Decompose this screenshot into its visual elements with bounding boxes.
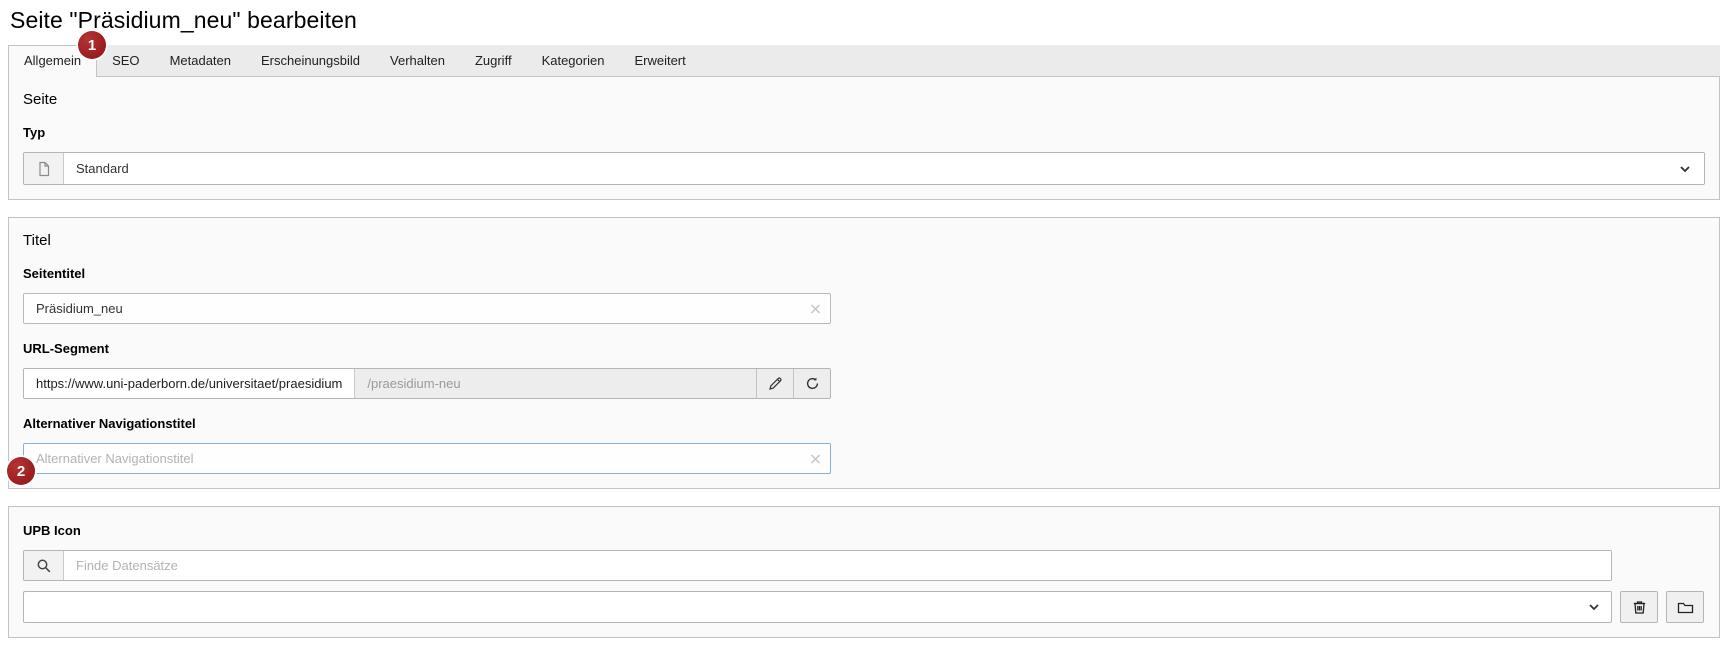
icon-search-group [23,550,1612,581]
altnav-input[interactable] [24,444,830,473]
search-icon [24,551,64,580]
browse-folder-button[interactable] [1666,591,1704,623]
tab-metadaten[interactable]: Metadaten [155,45,246,76]
tab-erscheinungsbild[interactable]: Erscheinungsbild [246,45,375,76]
trash-icon [1632,599,1647,615]
folder-icon [1677,600,1694,614]
edit-pencil-icon [768,376,783,391]
url-segment-label: URL-Segment [23,341,109,356]
seitentitel-field [23,293,831,324]
clear-x-icon[interactable] [810,303,821,314]
typ-select-group: Standard [23,152,1705,185]
page-title: Seite "Präsidium_neu" bearbeiten [10,7,357,33]
tab-erweitert[interactable]: Erweitert [619,45,700,76]
typ-select-value: Standard [76,161,129,176]
tab-zugriff[interactable]: Zugriff [460,45,527,76]
recalculate-slug-button[interactable] [793,369,830,398]
annotation-badge-2: 2 [7,457,35,485]
section-heading-titel: Titel [23,232,51,249]
upb-icon-label: UPB Icon [23,523,81,538]
icon-select-row [23,591,1705,623]
typ-label: Typ [23,125,46,140]
icon-select[interactable] [23,591,1612,623]
tab-seo[interactable]: SEO [97,45,154,76]
icon-search-input[interactable] [64,551,1611,580]
url-slug-input[interactable] [355,369,756,398]
url-segment-group: https://www.uni-paderborn.de/universitae… [23,368,831,399]
tab-verhalten[interactable]: Verhalten [375,45,460,76]
refresh-icon [805,376,820,391]
url-prefix: https://www.uni-paderborn.de/universitae… [24,369,356,398]
seitentitel-input[interactable] [24,294,830,323]
clear-x-icon[interactable] [810,453,821,464]
edit-slug-button[interactable] [756,369,793,398]
fieldset-titel: Titel Seitentitel URL-Segment https://ww… [8,217,1720,489]
fieldset-seite: Seite Typ Standard [8,77,1720,200]
typ-select[interactable]: Standard [64,153,1704,184]
annotation-badge-1: 1 [78,31,106,59]
altnav-label: Alternativer Navigationstitel [23,416,196,431]
seitentitel-label: Seitentitel [23,266,86,281]
section-heading-seite: Seite [23,91,58,108]
document-icon [24,153,64,184]
altnav-field [23,443,831,474]
edit-form: Allgemein SEO Metadaten Erscheinungsbild… [8,45,1720,638]
delete-button[interactable] [1620,591,1658,623]
chevron-down-icon [1678,162,1692,176]
tab-kategorien[interactable]: Kategorien [527,45,620,76]
chevron-down-icon [1587,600,1601,614]
fieldset-upb-icon: UPB Icon [8,506,1720,638]
tab-bar: Allgemein SEO Metadaten Erscheinungsbild… [8,45,1720,77]
